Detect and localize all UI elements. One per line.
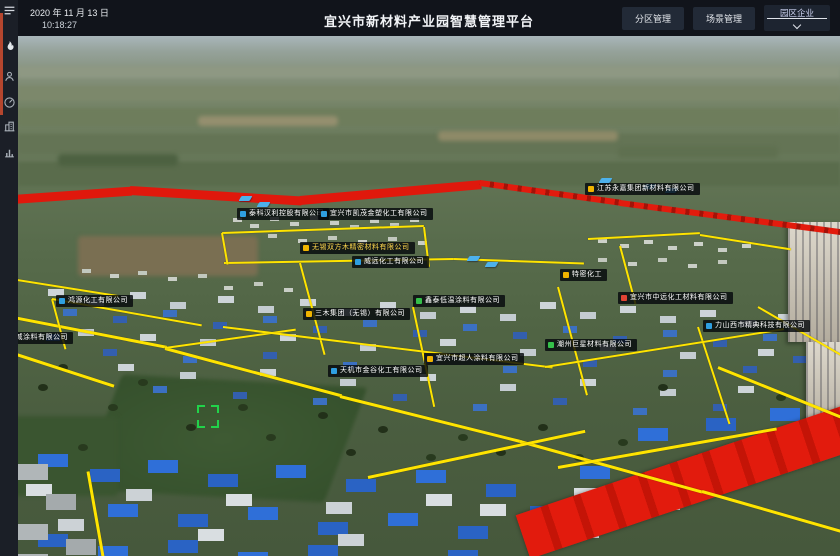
company-marker-icon (59, 298, 65, 304)
street-line (340, 395, 522, 443)
terrain-stripe (18, 86, 840, 101)
company-label[interactable]: 泰科汉利控股有限公司 (237, 208, 329, 220)
terrain-stripe (18, 66, 840, 78)
company-label[interactable]: 江苏永嘉集团新材料有限公司 (585, 183, 700, 195)
company-marker-icon (548, 342, 554, 348)
field-patch (618, 146, 778, 158)
company-label[interactable]: 源城涂料有限公司 (18, 332, 73, 344)
chevron-down-icon (793, 21, 801, 29)
company-marker-icon (303, 245, 309, 251)
dirt-field-patch (78, 236, 258, 276)
highway-bottom (516, 395, 840, 556)
company-marker-icon (306, 311, 312, 317)
map-3d-view[interactable]: 泰科汉利控股有限公司 宜兴市凯茂金塑化工有限公司 无锡双方木精密材料有限公司 威… (18, 36, 840, 556)
factory-icon[interactable] (3, 120, 16, 133)
street-line (368, 430, 586, 479)
bar-chart-icon[interactable] (3, 146, 16, 159)
scene-management-button[interactable]: 场景管理 (693, 7, 755, 30)
street-line (700, 234, 791, 250)
company-label[interactable]: 威远化工有限公司 (352, 256, 429, 268)
blue-vehicle-marker (485, 262, 499, 267)
gauge-icon[interactable] (3, 96, 16, 109)
dropdown-divider (767, 18, 827, 19)
company-marker-icon (321, 211, 327, 217)
street-line (588, 232, 700, 240)
terrain-stripe (18, 108, 840, 126)
company-marker-icon (706, 323, 712, 329)
company-label[interactable]: 天机市金谷化工有限公司 (328, 365, 428, 377)
person-icon[interactable] (3, 70, 16, 83)
company-label[interactable]: 鸿源化工有限公司 (56, 295, 133, 307)
street-line (18, 347, 114, 388)
street-line (222, 225, 424, 234)
field-patch (58, 154, 178, 166)
dropdown-label: 园区企业 (764, 5, 830, 19)
selection-brackets (197, 405, 219, 428)
company-marker-icon (331, 368, 337, 374)
company-label[interactable]: 潮州巨星材料有限公司 (545, 339, 637, 351)
highway-segment (130, 186, 302, 205)
flame-icon[interactable] (3, 40, 16, 53)
company-marker-icon (355, 259, 361, 265)
company-marker-icon (427, 356, 433, 362)
company-marker-icon (416, 298, 422, 304)
menu-icon[interactable] (3, 4, 16, 17)
street-line (18, 276, 119, 297)
highway-segment (18, 187, 132, 205)
company-label[interactable]: 宜兴市中远化工材料有限公司 (618, 292, 733, 304)
highway-segment (620, 200, 840, 235)
company-label[interactable]: 宜兴市超人涂料有限公司 (424, 353, 524, 365)
company-marker-icon (621, 295, 627, 301)
left-toolbar (0, 0, 18, 556)
blue-vehicle-marker (257, 202, 271, 207)
company-marker-icon (240, 211, 246, 217)
street-line (702, 490, 840, 537)
company-label[interactable]: 无锡双方木精密材料有限公司 (300, 242, 415, 254)
grass-field (79, 375, 368, 503)
park-enterprise-dropdown[interactable]: 园区企业 (764, 5, 830, 31)
company-marker-icon (563, 272, 569, 278)
smart-park-platform: 2020 年 11 月 13 日 10:18:27 宜兴市新材料产业园智慧管理平… (0, 0, 840, 556)
top-header: 2020 年 11 月 13 日 10:18:27 宜兴市新材料产业园智慧管理平… (18, 0, 840, 36)
company-label[interactable]: 鑫泰低温涂料有限公司 (413, 295, 505, 307)
company-marker-icon (588, 186, 594, 192)
company-label[interactable]: 特密化工 (560, 269, 607, 281)
field-patch (438, 131, 618, 141)
company-label[interactable]: 力山西市精典科技有限公司 (703, 320, 810, 332)
company-label[interactable]: 三木集团（无锡）有限公司 (303, 308, 410, 320)
field-patch (198, 116, 338, 126)
company-label[interactable]: 宜兴市凯茂金塑化工有限公司 (318, 208, 433, 220)
zone-management-button[interactable]: 分区管理 (622, 7, 684, 30)
grass-field (18, 416, 118, 496)
